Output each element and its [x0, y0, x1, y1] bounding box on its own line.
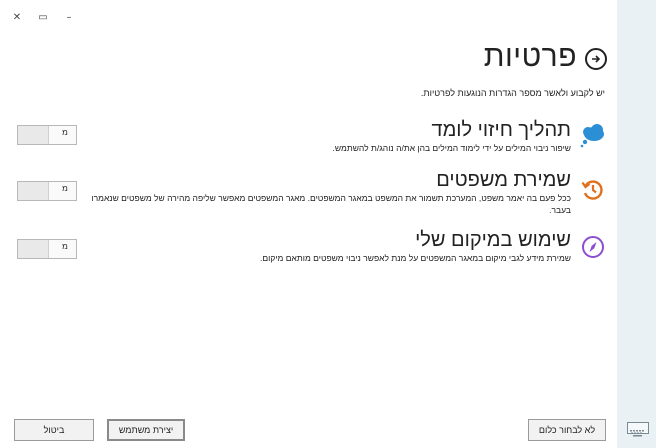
cancel-button[interactable]: ביטול [14, 419, 94, 441]
history-clock-icon [579, 176, 607, 204]
toggle-knob [18, 126, 49, 144]
create-user-button[interactable]: יצירת משתמש [107, 419, 185, 441]
minimize-button[interactable]: – [62, 10, 76, 24]
setting-title: שמירת משפטים [436, 169, 571, 191]
desktop-side-panel [617, 0, 656, 448]
save-sentences-toggle[interactable]: מ [17, 181, 77, 201]
page-header: פרטיות [484, 40, 607, 74]
close-button[interactable]: ✕ [10, 10, 24, 24]
create-user-label: יצירת משתמש [118, 425, 174, 435]
use-location-toggle[interactable]: מ [17, 239, 77, 259]
toggle-knob [18, 240, 49, 258]
setting-save-sentences: שמירת משפטים ככל פעם בה יאמר משפט, המערכ… [17, 168, 607, 220]
setting-description: ככל פעם בה יאמר משפט, המערכת תשמור את המ… [91, 193, 571, 215]
page-title: פרטיות [483, 40, 577, 73]
setting-predictive-learning: תהליך חיזוי לומד שיפור ניבוי המילים על י… [17, 118, 607, 162]
restore-button[interactable]: ▭ [36, 10, 50, 24]
setting-title: שימוש במיקום שלי [415, 229, 571, 251]
arrow-right-circle-icon[interactable] [585, 48, 607, 70]
toggle-label: מ [61, 184, 68, 194]
setting-use-location: שימוש במיקום שלי שמירת מידע לגבי מיקום ב… [17, 228, 607, 272]
setting-title: תהליך חיזוי לומד [431, 119, 571, 141]
select-none-button[interactable]: לא לבחור כלום [528, 419, 606, 441]
compass-icon [579, 233, 607, 261]
settings-window: ✕ ▭ – פרטיות יש לקבוע ולאשר מספר הגדרות … [0, 0, 617, 448]
setting-description: שיפור ניבוי המילים על ידי לימוד המילים ב… [332, 143, 572, 153]
select-none-label: לא לבחור כלום [538, 425, 596, 435]
toggle-label: מ [61, 128, 68, 138]
page-subtitle: יש לקבוע ולאשר מספר הגדרות הנוגעות לפרטי… [420, 88, 605, 98]
predictive-learning-toggle[interactable]: מ [17, 125, 77, 145]
toggle-knob [18, 182, 49, 200]
setting-description: שמירת מידע לגבי מיקום במאגר המשפטים על מ… [260, 253, 571, 263]
keyboard-icon[interactable] [627, 422, 649, 437]
cloud-thought-icon [579, 122, 607, 150]
cancel-label: ביטול [43, 425, 65, 435]
toggle-label: מ [61, 242, 68, 252]
